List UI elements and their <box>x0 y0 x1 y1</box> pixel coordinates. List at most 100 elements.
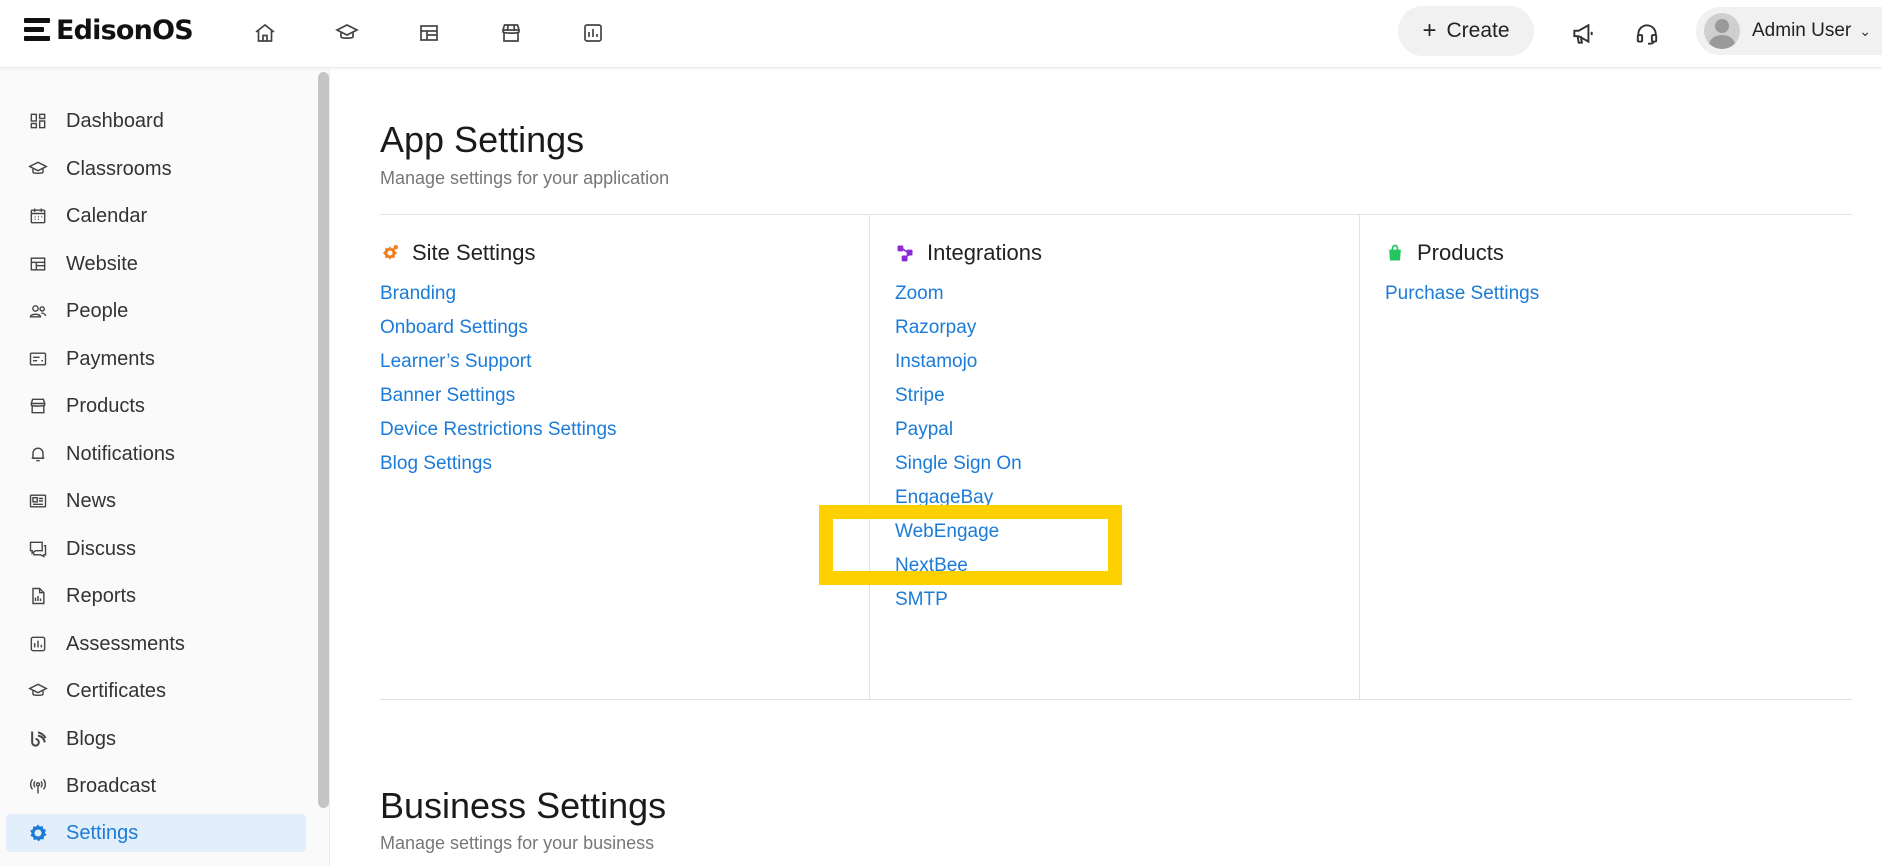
business-settings-subtitle: Manage settings for your business <box>380 833 655 853</box>
purchase-settings-link[interactable]: Purchase Settings <box>1385 277 1845 311</box>
sidebar-item-settings[interactable]: Settings <box>6 814 306 852</box>
sidebar-item-label: People <box>66 299 129 322</box>
news-icon <box>29 494 47 508</box>
sidebar-item-label: News <box>66 489 117 512</box>
graduation-cap-icon <box>28 161 48 174</box>
people-icon <box>29 305 47 318</box>
banner-settings-link[interactable]: Banner Settings <box>380 379 840 413</box>
sidebar-item-products[interactable]: Products <box>6 387 306 425</box>
sidebar-item-notifications[interactable]: Notifications <box>6 435 306 473</box>
report-icon <box>32 587 45 605</box>
sidebar-item-certificates[interactable]: Certificates <box>6 672 306 710</box>
highlight-box <box>819 505 1122 585</box>
sidebar-item-label: Certificates <box>66 679 167 702</box>
top-bar: EdisonOS + Create Admin User ⌄ <box>0 0 1882 68</box>
sidebar-item-calendar[interactable]: Calendar <box>6 197 306 235</box>
logo[interactable]: EdisonOS <box>24 14 194 46</box>
divider <box>380 699 1852 700</box>
plus-icon: + <box>1422 17 1437 44</box>
home-icon[interactable] <box>251 19 279 47</box>
single-sign-on-link[interactable]: Single Sign On <box>895 447 1355 481</box>
payments-icon <box>29 352 47 366</box>
store-icon <box>30 398 46 414</box>
logo-mark-icon <box>24 17 50 43</box>
calendar-icon <box>30 208 46 224</box>
create-button[interactable]: + Create <box>1398 6 1534 56</box>
sidebar-item-label: Discuss <box>66 537 137 560</box>
sidebar-item-assessments[interactable]: Assessments <box>6 625 306 663</box>
page-title: App Settings <box>380 119 585 160</box>
onboard-settings-link[interactable]: Onboard Settings <box>380 311 840 345</box>
dashboard-icon <box>30 113 46 129</box>
column-divider <box>869 215 870 699</box>
paypal-link[interactable]: Paypal <box>895 413 1355 447</box>
section-title: Products <box>1417 240 1504 265</box>
branding-link[interactable]: Branding <box>380 277 840 311</box>
sidebar: Dashboard Classrooms Calendar Website Pe… <box>0 69 330 866</box>
sidebar-scrollbar[interactable] <box>318 72 329 808</box>
graduation-cap-icon[interactable] <box>333 19 361 47</box>
section-header: Products <box>1385 237 1845 269</box>
sidebar-item-label: Settings <box>66 821 139 844</box>
sidebar-item-classrooms[interactable]: Classrooms <box>6 150 306 188</box>
user-menu[interactable]: Admin User ⌄ <box>1696 7 1882 55</box>
layout-icon <box>30 257 46 271</box>
sidebar-item-label: Classrooms <box>66 157 172 180</box>
shopping-bag-icon <box>1389 244 1401 261</box>
section-title: Site Settings <box>412 240 536 265</box>
chat-icon <box>29 541 47 558</box>
section-title: Integrations <box>927 240 1042 265</box>
layout-icon[interactable] <box>415 19 443 47</box>
sidebar-item-label: Calendar <box>66 204 148 227</box>
avatar <box>1704 13 1740 49</box>
sidebar-item-label: Assessments <box>66 632 185 655</box>
business-settings-title: Business Settings <box>380 785 667 826</box>
instamojo-link[interactable]: Instamojo <box>895 345 1355 379</box>
sidebar-item-label: Blogs <box>66 727 117 750</box>
sidebar-item-broadcast[interactable]: Broadcast <box>6 767 306 805</box>
sidebar-item-label: Dashboard <box>66 109 164 132</box>
site-settings-icon <box>382 245 398 260</box>
integrations-icon <box>897 245 913 262</box>
sidebar-item-label: Products <box>66 394 145 417</box>
device-restrictions-settings-link[interactable]: Device Restrictions Settings <box>380 413 840 447</box>
sidebar-item-label: Broadcast <box>66 774 157 797</box>
brand-name: EdisonOS <box>56 14 194 46</box>
store-icon[interactable] <box>497 19 525 47</box>
sidebar-item-label: Reports <box>66 584 137 607</box>
page-subtitle: Manage settings for your application <box>380 168 670 188</box>
sidebar-item-reports[interactable]: Reports <box>6 577 306 615</box>
blog-settings-link[interactable]: Blog Settings <box>380 447 840 481</box>
broadcast-icon <box>30 778 46 794</box>
sidebar-item-label: Website <box>66 252 138 275</box>
sidebar-item-label: Notifications <box>66 442 175 465</box>
blog-icon <box>31 731 47 747</box>
sidebar-item-blogs[interactable]: Blogs <box>6 720 306 758</box>
create-label: Create <box>1446 19 1510 42</box>
site-settings-section: Site Settings Branding Onboard Settings … <box>380 237 840 481</box>
sidebar-item-website[interactable]: Website <box>6 245 306 283</box>
razorpay-link[interactable]: Razorpay <box>895 311 1355 345</box>
chevron-down-icon: ⌄ <box>1859 22 1871 39</box>
graduation-cap-icon <box>28 683 48 696</box>
zoom-link[interactable]: Zoom <box>895 277 1355 311</box>
smtp-link[interactable]: SMTP <box>895 583 1355 617</box>
sidebar-item-payments[interactable]: Payments <box>6 340 306 378</box>
section-header: Site Settings <box>380 237 840 269</box>
support-headset-icon[interactable] <box>1632 19 1662 49</box>
bell-icon <box>31 447 45 462</box>
sidebar-item-people[interactable]: People <box>6 292 306 330</box>
sidebar-item-news[interactable]: News <box>6 482 306 520</box>
sidebar-item-discuss[interactable]: Discuss <box>6 530 306 568</box>
main-content: App Settings Manage settings for your ap… <box>330 69 1882 866</box>
section-header: Integrations <box>895 237 1355 269</box>
products-section: Products Purchase Settings <box>1385 237 1845 311</box>
chart-icon[interactable] <box>579 19 607 47</box>
chart-icon <box>30 636 46 652</box>
stripe-link[interactable]: Stripe <box>895 379 1355 413</box>
column-divider <box>1359 215 1360 699</box>
divider <box>380 214 1852 215</box>
megaphone-icon[interactable] <box>1568 19 1598 49</box>
sidebar-item-dashboard[interactable]: Dashboard <box>6 102 306 140</box>
learners-support-link[interactable]: Learner’s Support <box>380 345 840 379</box>
